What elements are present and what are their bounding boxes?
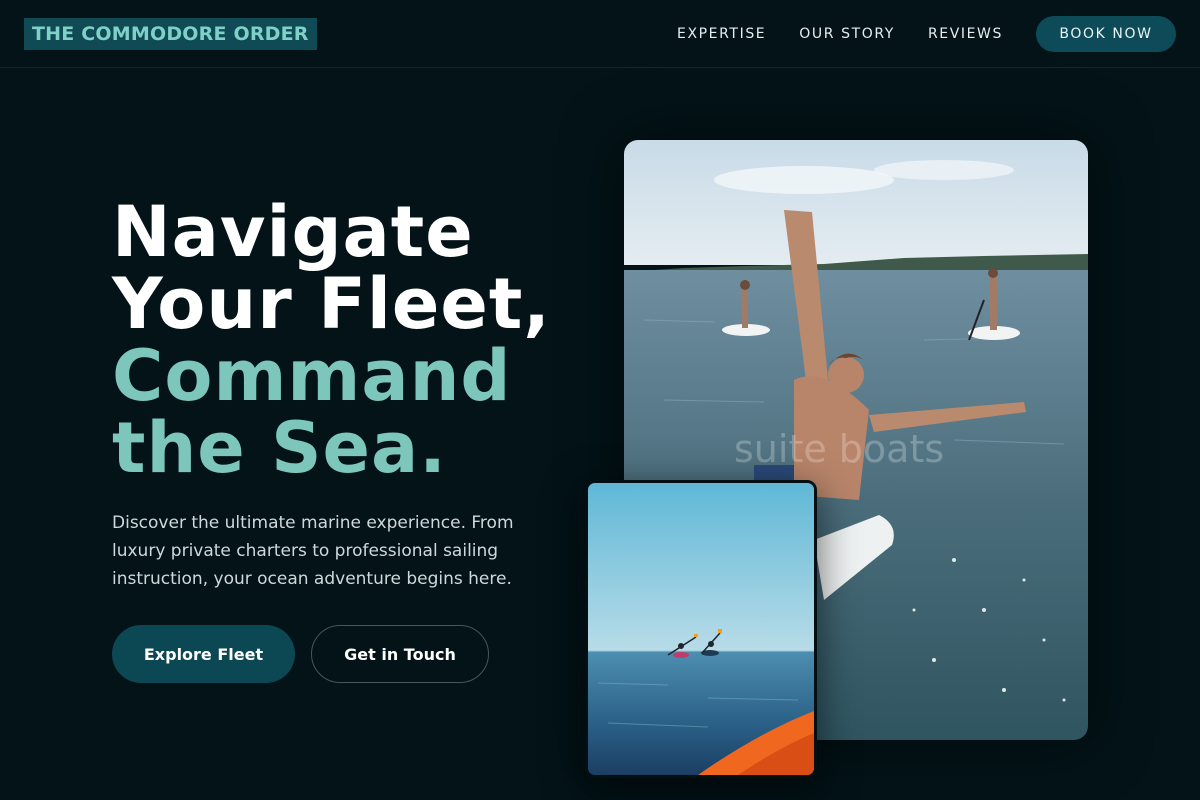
hero-title-line-2: Your Fleet, bbox=[112, 263, 551, 345]
hero-title-accent-line-1: Command bbox=[112, 335, 512, 417]
nav-link-our-story[interactable]: OUR STORY bbox=[799, 26, 895, 42]
photo-watermark: suite boats bbox=[734, 427, 944, 471]
get-in-touch-button[interactable]: Get in Touch bbox=[311, 625, 489, 683]
top-navbar: THE COMMODORE ORDER EXPERTISE OUR STORY … bbox=[0, 0, 1200, 68]
hero-title: Navigate Your Fleet, Command the Sea. bbox=[112, 196, 551, 484]
hero-description: Discover the ultimate marine experience.… bbox=[112, 513, 514, 589]
hero-title-accent-line-2: the Sea. bbox=[112, 407, 447, 489]
brand-logo[interactable]: THE COMMODORE ORDER bbox=[24, 18, 317, 50]
explore-fleet-button[interactable]: Explore Fleet bbox=[112, 625, 295, 683]
nav-links: EXPERTISE OUR STORY REVIEWS BOOK NOW bbox=[677, 0, 1176, 68]
book-now-button[interactable]: BOOK NOW bbox=[1036, 16, 1176, 52]
nav-link-reviews[interactable]: REVIEWS bbox=[928, 26, 1003, 42]
nav-link-expertise[interactable]: EXPERTISE bbox=[677, 26, 766, 42]
hero-secondary-photo bbox=[585, 480, 817, 778]
hero-title-line-1: Navigate bbox=[112, 191, 474, 273]
